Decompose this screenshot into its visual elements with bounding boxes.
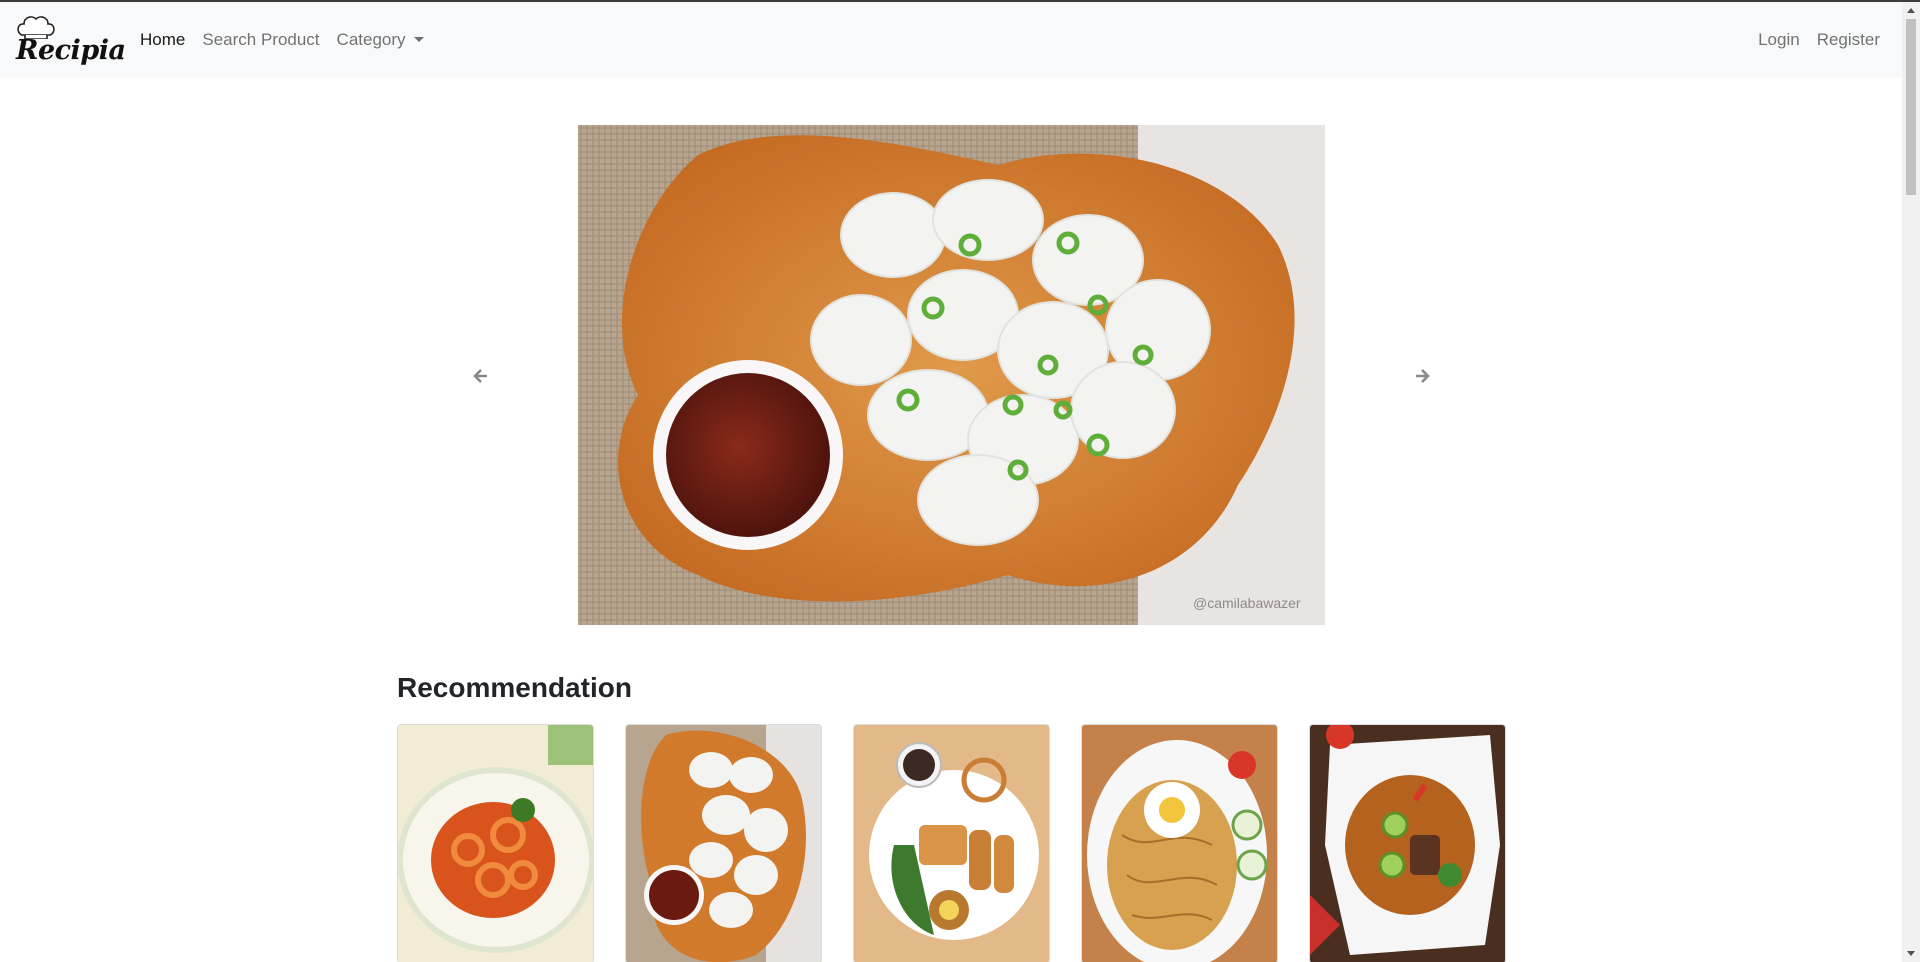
recipe-card-cireng[interactable]	[625, 724, 822, 962]
recipe-card-fried-snacks[interactable]	[853, 724, 1050, 962]
recipe-card-beef-soup[interactable]	[1309, 724, 1506, 962]
recipe-card-squid[interactable]	[397, 724, 594, 962]
nav-login-link[interactable]: Login	[1758, 30, 1800, 50]
carousel-slide-image: @camilabawazer	[578, 125, 1325, 625]
page-scrollbar[interactable]	[1902, 2, 1920, 962]
recommendation-heading: Recommendation	[397, 672, 632, 703]
arrow-left-icon	[473, 369, 487, 383]
squid-dish-image	[398, 725, 593, 962]
fried-snacks-image	[854, 725, 1049, 962]
carousel-next-button[interactable]	[1409, 362, 1437, 390]
caret-down-icon	[413, 37, 424, 42]
recommendation-list	[397, 724, 1537, 962]
nav-home-link[interactable]: Home	[140, 30, 185, 50]
photo-watermark: @camilabawazer	[1193, 595, 1301, 611]
arrow-right-icon	[1416, 369, 1430, 383]
nav-category-label: Category	[336, 29, 406, 49]
beef-soup-image	[1310, 725, 1505, 962]
carousel-prev-button[interactable]	[466, 362, 494, 390]
navbar: Recipia Home Search Product Category Log…	[0, 2, 1902, 77]
nav-category-dropdown[interactable]: Category	[337, 30, 424, 50]
brand-logo[interactable]: Recipia	[14, 13, 126, 69]
fried-noodles-image	[1082, 725, 1277, 962]
cireng-photo: @camilabawazer	[578, 125, 1325, 625]
scroll-down-arrow-icon[interactable]	[1907, 951, 1915, 956]
recipe-card-fried-noodles[interactable]	[1081, 724, 1278, 962]
nav-search-product-link[interactable]: Search Product	[202, 30, 319, 50]
scroll-thumb[interactable]	[1906, 19, 1916, 195]
cireng-dish-image	[626, 725, 821, 962]
brand-name: Recipia	[16, 35, 126, 66]
scroll-up-arrow-icon[interactable]	[1907, 8, 1915, 13]
nav-register-link[interactable]: Register	[1817, 30, 1880, 50]
